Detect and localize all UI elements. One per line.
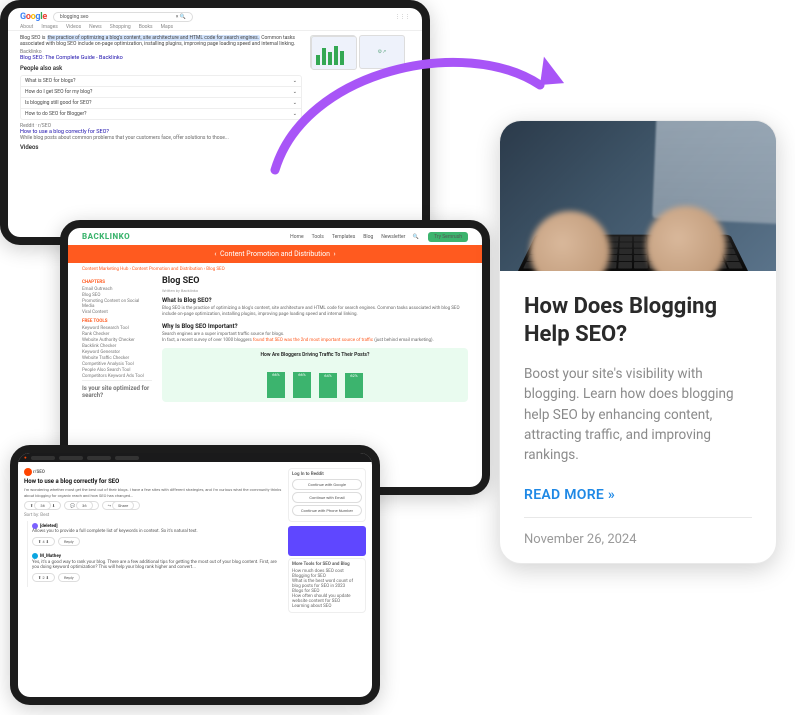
main-nav: Home Tools Templates Blog Newsletter 🔍 Try S… — [282, 234, 468, 240]
related-card: More Tools for SEO and Blog How much doe… — [288, 558, 366, 613]
apps-icon[interactable]: ⋮⋮⋮ — [395, 14, 410, 20]
vote[interactable]: ⬆ 2 ⬇ — [32, 573, 55, 582]
comments-button[interactable]: 💬 36 — [64, 501, 98, 510]
blog-card[interactable]: How Does Blogging Help SEO? Boost your s… — [499, 120, 777, 564]
videos-heading: Videos — [20, 144, 302, 151]
tab[interactable]: Shopping — [110, 24, 131, 30]
sidebar-item[interactable]: People Also Search Tool — [82, 368, 152, 373]
tab[interactable]: Maps — [161, 24, 173, 30]
login-card: Log In to Reddit Continue with Google Co… — [288, 468, 366, 522]
post-title[interactable]: How to use a blog correctly for SEO — [24, 478, 282, 485]
card-date: November 26, 2024 — [524, 532, 752, 547]
sidebar-item[interactable]: Website Authority Checker — [82, 338, 152, 343]
comment: M_Mathey Yes, it's a good way to rank yo… — [27, 551, 282, 586]
search-input[interactable]: blogging seo× 🔍 — [53, 12, 193, 22]
card-title: How Does Blogging Help SEO? — [524, 293, 752, 348]
sidebar-item[interactable]: Rank Checker — [82, 332, 152, 337]
sidebar-item[interactable]: Backlink Checker — [82, 344, 152, 349]
paa-item[interactable]: Is blogging still good for SEO?⌄ — [21, 98, 301, 109]
image-pack[interactable]: ⚙︎↗ — [310, 35, 410, 69]
sidebar-item[interactable]: Competitive Analysis Tool — [82, 362, 152, 367]
sidebar-item[interactable]: Viral Content — [82, 310, 152, 315]
login-google[interactable]: Continue with Google — [292, 479, 362, 490]
sidebar-item[interactable]: Blog SEO — [82, 293, 152, 298]
share-button[interactable]: ↪ Share — [102, 501, 141, 510]
tab[interactable]: Books — [139, 24, 153, 30]
chevron-down-icon: ⌄ — [293, 89, 297, 95]
chevron-down-icon: ⌄ — [293, 111, 297, 117]
optimize-cta: Is your site optimized for search? — [82, 380, 152, 399]
reddit-topbar: ● — [18, 453, 372, 462]
divider — [524, 517, 752, 518]
reply[interactable]: Reply — [58, 573, 80, 582]
post-actions: ⬆ 36 ⬇ 💬 36 ↪ Share — [24, 501, 282, 510]
sidebar-item[interactable]: Email Outreach — [82, 287, 152, 292]
nav-link[interactable]: Tools — [312, 234, 324, 240]
tab[interactable]: Videos — [66, 24, 81, 30]
vote[interactable]: ⬆ 4 ⬇ — [32, 537, 55, 546]
related-link[interactable]: How often should you update website cont… — [292, 594, 362, 604]
login-phone[interactable]: Continue with Phone Number — [292, 505, 362, 516]
login-email[interactable]: Continue with Email — [292, 492, 362, 503]
people-also-ask: What is SEO for blogs?⌄ How do I get SEO… — [20, 75, 302, 120]
chevron-down-icon: ⌄ — [293, 78, 297, 84]
chevron-down-icon: ⌄ — [293, 100, 297, 106]
serp-tabs: About Images Videos News Shopping Books Maps — [8, 24, 422, 31]
sort-dropdown[interactable]: Sort by: Best — [24, 513, 282, 518]
paa-item[interactable]: How to do SEO for Blogger?⌄ — [21, 109, 301, 119]
search-icon[interactable]: 🔍 — [413, 234, 419, 240]
reddit-feed: r/SEO How to use a blog correctly for SE… — [24, 468, 282, 617]
google-logo: Google — [20, 12, 47, 22]
upvote-button[interactable]: ⬆ 36 ⬇ — [24, 501, 61, 510]
subreddit-link[interactable]: r/SEO — [33, 470, 45, 475]
google-serp-tablet: Google blogging seo× 🔍 ⋮⋮⋮ About Images Vi… — [0, 0, 430, 245]
serp-result[interactable]: Reddit · r/SEO How to use a blog correct… — [20, 123, 302, 141]
reddit-sidebar: Log In to Reddit Continue with Google Co… — [288, 468, 366, 617]
sidebar-item[interactable]: Keyword Generator — [82, 350, 152, 355]
subreddit-avatar[interactable] — [24, 468, 32, 476]
tab[interactable]: About — [20, 24, 33, 30]
hero-image — [500, 121, 776, 271]
featured-snippet: Blog SEO is the practice of optimizing a… — [20, 35, 302, 61]
reddit-post: r/SEO How to use a blog correctly for SE… — [24, 468, 282, 518]
card-excerpt: Boost your site's visibility with bloggi… — [524, 364, 752, 465]
hand-graphic — [530, 211, 610, 271]
site-header: BACKLINKO Home Tools Templates Blog Newslett… — [68, 228, 482, 245]
google-header: Google blogging seo× 🔍 ⋮⋮⋮ — [8, 8, 422, 24]
snippet-link[interactable]: Blog SEO: The Complete Guide - Backlinko — [20, 55, 302, 61]
nav-link[interactable]: Newsletter — [381, 234, 405, 240]
comment: [deleted] Allows you to provide a full c… — [27, 521, 282, 551]
related-link[interactable]: What is the best word count of blog post… — [292, 579, 362, 589]
hub-banner: ‹ Content Promotion and Distribution › — [68, 245, 482, 263]
tab[interactable]: News — [89, 24, 102, 30]
related-link[interactable]: Learning about SEO — [292, 604, 362, 609]
paa-item[interactable]: What is SEO for blogs?⌄ — [21, 76, 301, 87]
sidebar-item[interactable]: Website Traffic Checker — [82, 356, 152, 361]
try-semrush-button[interactable]: Try Semrush — [428, 232, 468, 242]
read-more-link[interactable]: READ MORE » — [524, 487, 752, 503]
backlinko-logo[interactable]: BACKLINKO — [82, 232, 130, 241]
nav-link[interactable]: Blog — [363, 234, 373, 240]
paa-item[interactable]: How do I get SEO for my blog?⌄ — [21, 87, 301, 98]
paa-heading: People also ask — [20, 65, 302, 72]
sidebar-item[interactable]: Competitors Keyword Ads Tool — [82, 374, 152, 379]
article: Blog SEO Written by Backlinko What Is Bl… — [162, 276, 468, 402]
sidebar: CHAPTERS Email Outreach Blog SEO Promoti… — [82, 276, 152, 402]
promo-banner[interactable] — [288, 526, 366, 556]
nav-link[interactable]: Templates — [332, 234, 355, 240]
sidebar-item[interactable]: Keyword Research Tool — [82, 326, 152, 331]
tab[interactable]: Images — [41, 24, 58, 30]
user-avatar[interactable] — [32, 553, 38, 559]
inline-link[interactable]: found that SEO was the 2nd most importan… — [253, 338, 373, 343]
post-body: I'm wondering whether most get the best … — [24, 487, 282, 498]
breadcrumb[interactable]: Content Marketing Hub › Content Promotio… — [68, 263, 482, 276]
byline: Written by Backlinko — [162, 288, 468, 293]
traffic-chart: How Are Bloggers Driving Traffic To Thei… — [162, 348, 468, 402]
search-icon: × 🔍 — [176, 14, 186, 20]
reddit-tablet: ● r/SEO How to use a blog correctly for … — [10, 445, 380, 705]
nav-link[interactable]: Home — [290, 234, 303, 240]
sidebar-item[interactable]: Promoting Content on Social Media — [82, 299, 152, 309]
reply[interactable]: Reply — [58, 537, 80, 546]
article-title: Blog SEO — [162, 276, 468, 286]
